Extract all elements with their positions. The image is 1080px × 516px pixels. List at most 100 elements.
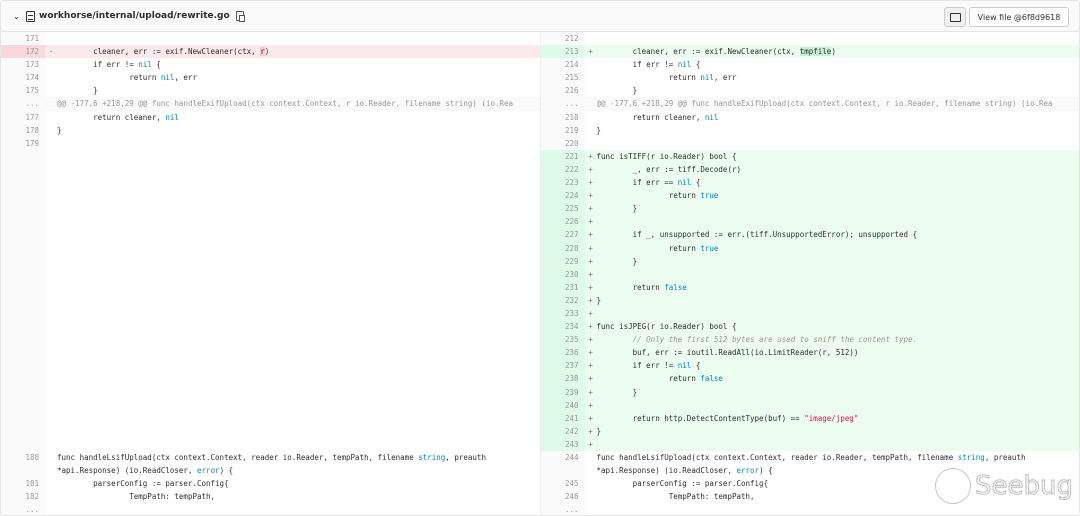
diff-sign: + [588,400,593,410]
right-line-number[interactable]: 212 [540,32,585,46]
left-line-number[interactable] [1,437,45,451]
left-line-number[interactable] [1,346,45,360]
code-line: } [596,256,638,266]
right-line-number[interactable]: 227 [540,228,585,242]
left-line [1,424,540,438]
code-line: if err != nil { [596,60,701,70]
left-line-number[interactable] [1,333,45,347]
right-line-number[interactable]: 234 [540,320,585,334]
right-line-number[interactable]: 224 [540,189,585,203]
right-line-number[interactable]: 240 [540,398,585,412]
left-line-number[interactable] [1,228,45,242]
chevron-down-icon[interactable]: ⌄ [13,12,23,21]
right-line-number[interactable]: ... [540,503,585,515]
left-line-number[interactable]: 172 [1,45,45,59]
left-line-number[interactable] [1,176,45,190]
code-line: if _, unsupported := err.(tiff.Unsupport… [596,230,918,240]
left-line-number[interactable] [1,162,45,177]
file-path[interactable]: workhorse/internal/upload/rewrite.go [39,11,230,21]
diff-row: 226 + [1,215,1079,229]
left-line-number[interactable] [1,189,45,203]
diff-row: 178} 219} [1,123,1079,137]
diff-row: 228 + return true [1,241,1079,255]
right-line-number[interactable]: 241 [540,411,585,425]
view-file-button[interactable]: View file @6f8d9618 [969,7,1069,27]
right-line-number[interactable]: 216 [540,84,585,98]
copy-icon[interactable] [235,11,245,22]
left-line-number[interactable] [1,241,45,255]
code-line: cleaner, err := exif.NewCleaner(ctx, r) [57,47,270,57]
right-line-number[interactable]: 225 [540,202,585,216]
right-line-number[interactable]: 230 [540,267,585,281]
right-line-number[interactable]: ... [540,97,585,111]
right-line-number[interactable]: 232 [540,293,585,307]
left-line-number[interactable] [1,411,45,425]
left-line-number[interactable]: 175 [1,84,45,98]
left-line-number[interactable]: ... [1,97,45,111]
right-line-number[interactable]: 222 [540,162,585,177]
left-line-number[interactable]: ... [1,503,45,515]
left-line: 172- cleaner, err := exif.NewCleaner(ctx… [1,45,540,59]
left-line-number[interactable]: 181 [1,477,45,491]
right-line-number[interactable]: 238 [540,372,585,386]
left-line-number[interactable]: 173 [1,58,45,72]
left-line-number[interactable] [1,424,45,438]
right-line-number[interactable]: 223 [540,176,585,190]
left-line-number[interactable]: 171 [1,32,45,46]
right-line-number[interactable]: 235 [540,333,585,347]
code-line: func isTIFF(r io.Reader) bool { [596,151,737,161]
left-line-number[interactable] [1,320,45,334]
left-line-number[interactable]: 174 [1,71,45,85]
right-line-number[interactable]: 244 [540,451,585,478]
left-line-number[interactable] [1,280,45,294]
comments-toggle-button[interactable] [944,7,966,27]
right-line-number[interactable]: 245 [540,477,585,491]
right-line: 215 return nil, err [539,71,1080,85]
right-line-number[interactable]: 214 [540,58,585,72]
right-line-number[interactable]: 213 [540,45,585,59]
left-line-number[interactable] [1,202,45,216]
code-line: return false [596,282,687,292]
right-line: 240 + [539,398,1080,412]
right-line-number[interactable]: 246 [540,490,585,504]
right-line: 238 + return false [539,372,1079,386]
right-line-number[interactable]: 236 [540,346,585,360]
right-line-number[interactable]: 215 [540,71,585,85]
right-line-number[interactable]: 243 [540,437,585,451]
left-line-number[interactable] [1,385,45,399]
diff-sign: + [588,348,593,358]
left-line-number[interactable] [1,398,45,412]
left-line-number[interactable] [1,149,45,163]
right-line-number[interactable]: 228 [540,241,585,255]
right-line-number[interactable]: 239 [540,385,585,399]
left-line-number[interactable] [1,293,45,307]
left-line-number[interactable] [1,372,45,386]
right-line-number[interactable]: 233 [540,306,585,321]
right-line-number[interactable]: 218 [540,110,585,124]
left-line-number[interactable] [1,267,45,281]
right-line: ... [539,503,1080,515]
right-line-number[interactable]: 221 [540,149,585,163]
left-line-number[interactable] [1,359,45,373]
left-line-number[interactable] [1,254,45,268]
left-line-number[interactable] [1,306,45,321]
right-line-number[interactable]: 220 [540,136,585,150]
left-line-number[interactable] [1,215,45,229]
left-line-number[interactable]: 182 [1,490,45,504]
right-line-number[interactable]: 231 [540,280,585,294]
left-line-number[interactable]: 178 [1,123,45,137]
right-line-number[interactable]: 226 [540,215,585,229]
left-line-number[interactable]: 177 [1,110,45,124]
diff-sign: + [588,178,593,188]
left-line-number[interactable]: 180 [1,451,45,478]
right-line-number[interactable]: 242 [540,424,585,438]
right-line-number[interactable]: 237 [540,359,585,373]
left-line-number[interactable]: 179 [1,136,45,150]
left-line [1,293,540,307]
right-line-number[interactable]: 219 [540,123,585,137]
right-line-number[interactable]: 229 [540,254,585,268]
